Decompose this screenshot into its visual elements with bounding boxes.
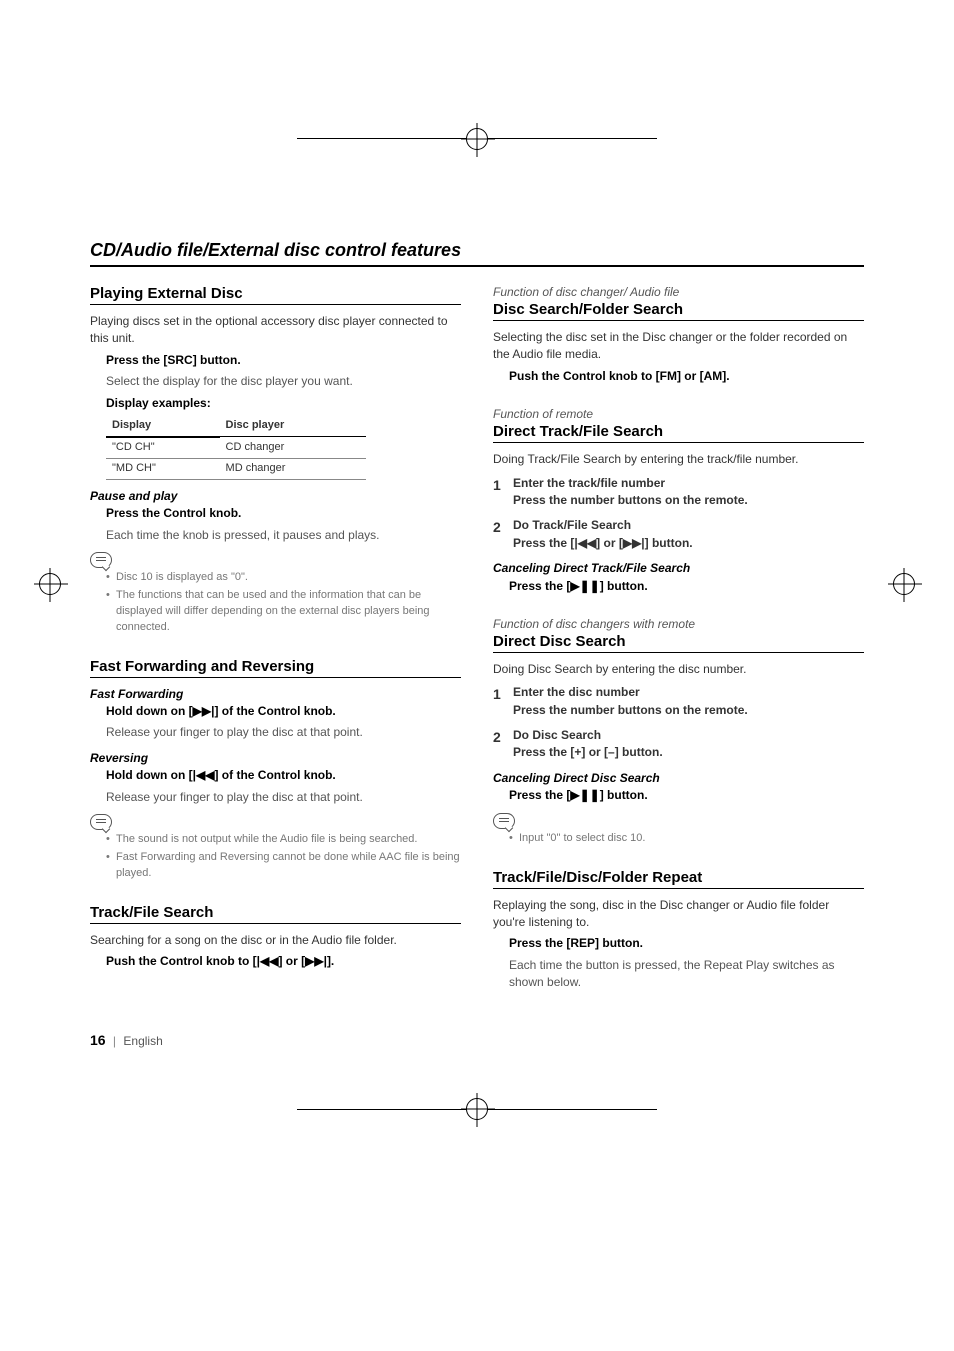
intro-text: Doing Disc Search by entering the disc n… bbox=[493, 661, 864, 678]
note-list: The sound is not output while the Audio … bbox=[90, 832, 461, 882]
instruction: Push the Control knob to [|◀◀] or [▶▶|]. bbox=[106, 953, 461, 970]
context-label: Function of disc changers with remote bbox=[493, 617, 864, 631]
list-item: Enter the track/file number Press the nu… bbox=[493, 475, 864, 510]
list-item: The functions that can be used and the i… bbox=[106, 588, 461, 636]
display-examples-table: Display Disc player "CD CH" CD changer "… bbox=[106, 416, 366, 480]
table-header: Disc player bbox=[220, 416, 366, 437]
two-column-layout: Playing External Disc Playing discs set … bbox=[90, 285, 864, 996]
instruction: Press the [REP] button. bbox=[509, 935, 864, 952]
body-text: Doing Disc Search by entering the disc n… bbox=[493, 661, 864, 847]
instruction-sub: Each time the knob is pressed, it pauses… bbox=[106, 527, 461, 544]
heading-track-file-search: Track/File Search bbox=[90, 904, 461, 924]
step-list: Enter the track/file number Press the nu… bbox=[493, 475, 864, 553]
body-text: Playing discs set in the optional access… bbox=[90, 313, 461, 636]
note-list: Input "0" to select disc 10. bbox=[493, 831, 864, 847]
right-column: Function of disc changer/ Audio file Dis… bbox=[493, 285, 864, 996]
context-label: Function of remote bbox=[493, 407, 864, 421]
step-body: Press the [+] or [–] button. bbox=[513, 744, 864, 761]
instruction: Press the [▶❚❚] button. bbox=[509, 578, 864, 595]
step-title: Enter the disc number bbox=[513, 684, 864, 701]
heading-disc-folder-search: Disc Search/Folder Search bbox=[493, 301, 864, 321]
table-header-row: Display Disc player bbox=[106, 416, 366, 437]
instruction-sub: Each time the button is pressed, the Rep… bbox=[509, 957, 864, 992]
instruction: Press the [SRC] button. bbox=[106, 352, 461, 369]
instruction: Press the Control knob. bbox=[106, 505, 461, 522]
step-body: Press the number buttons on the remote. bbox=[513, 702, 864, 719]
subheading-cancel: Canceling Direct Track/File Search bbox=[493, 560, 864, 577]
examples-label: Display examples: bbox=[106, 395, 461, 412]
subheading-reversing: Reversing bbox=[90, 750, 461, 767]
instruction-sub: Release your finger to play the disc at … bbox=[106, 789, 461, 806]
heading-direct-track-search: Direct Track/File Search bbox=[493, 423, 864, 443]
body-text: Doing Track/File Search by entering the … bbox=[493, 451, 864, 595]
step-title: Do Track/File Search bbox=[513, 517, 864, 534]
manual-page: CD/Audio file/External disc control feat… bbox=[0, 60, 954, 1108]
crosshair-icon bbox=[466, 1098, 488, 1120]
table-cell: "CD CH" bbox=[106, 437, 220, 458]
body-text: Selecting the disc set in the Disc chang… bbox=[493, 329, 864, 385]
subheading-cancel: Canceling Direct Disc Search bbox=[493, 770, 864, 787]
list-item: Do Track/File Search Press the [|◀◀] or … bbox=[493, 517, 864, 552]
step-title: Do Disc Search bbox=[513, 727, 864, 744]
intro-text: Replaying the song, disc in the Disc cha… bbox=[493, 897, 864, 932]
language-label: English bbox=[123, 1034, 162, 1048]
step-body: Press the [|◀◀] or [▶▶|] button. bbox=[513, 535, 864, 552]
instruction: Hold down on [|◀◀] of the Control knob. bbox=[106, 767, 461, 784]
separator: | bbox=[109, 1034, 120, 1048]
registration-mark-bottom bbox=[0, 1088, 954, 1128]
table-header: Display bbox=[106, 416, 220, 437]
instruction-sub: Release your finger to play the disc at … bbox=[106, 724, 461, 741]
body-text: Fast Forwarding Hold down on [▶▶|] of th… bbox=[90, 686, 461, 882]
intro-text: Selecting the disc set in the Disc chang… bbox=[493, 329, 864, 364]
instruction: Press the [▶❚❚] button. bbox=[509, 787, 864, 804]
body-text: Searching for a song on the disc or in t… bbox=[90, 932, 461, 971]
page-footer: 16 | English bbox=[90, 1032, 864, 1048]
heading-direct-disc-search: Direct Disc Search bbox=[493, 633, 864, 653]
list-item: Disc 10 is displayed as "0". bbox=[106, 570, 461, 586]
table-cell: "MD CH" bbox=[106, 458, 220, 479]
note-icon bbox=[90, 814, 112, 830]
list-item: Enter the disc number Press the number b… bbox=[493, 684, 864, 719]
table-row: "MD CH" MD changer bbox=[106, 458, 366, 479]
list-item: Fast Forwarding and Reversing cannot be … bbox=[106, 850, 461, 882]
page-title: CD/Audio file/External disc control feat… bbox=[90, 240, 864, 267]
instruction: Push the Control knob to [FM] or [AM]. bbox=[509, 368, 864, 385]
step-title: Enter the track/file number bbox=[513, 475, 864, 492]
intro-text: Playing discs set in the optional access… bbox=[90, 313, 461, 348]
context-label: Function of disc changer/ Audio file bbox=[493, 285, 864, 299]
step-body: Press the number buttons on the remote. bbox=[513, 492, 864, 509]
page-number: 16 bbox=[90, 1032, 106, 1048]
heading-fast-forward: Fast Forwarding and Reversing bbox=[90, 658, 461, 678]
body-text: Replaying the song, disc in the Disc cha… bbox=[493, 897, 864, 992]
list-item: Do Disc Search Press the [+] or [–] butt… bbox=[493, 727, 864, 762]
heading-repeat: Track/File/Disc/Folder Repeat bbox=[493, 869, 864, 889]
intro-text: Searching for a song on the disc or in t… bbox=[90, 932, 461, 949]
table-row: "CD CH" CD changer bbox=[106, 437, 366, 458]
subheading-fast-forwarding: Fast Forwarding bbox=[90, 686, 461, 703]
table-cell: CD changer bbox=[220, 437, 366, 458]
instruction: Hold down on [▶▶|] of the Control knob. bbox=[106, 703, 461, 720]
note-list: Disc 10 is displayed as "0". The functio… bbox=[90, 570, 461, 636]
note-icon bbox=[493, 813, 515, 829]
subheading-pause-play: Pause and play bbox=[90, 488, 461, 505]
table-cell: MD changer bbox=[220, 458, 366, 479]
heading-playing-external-disc: Playing External Disc bbox=[90, 285, 461, 305]
left-column: Playing External Disc Playing discs set … bbox=[90, 285, 461, 996]
step-list: Enter the disc number Press the number b… bbox=[493, 684, 864, 762]
list-item: Input "0" to select disc 10. bbox=[509, 831, 864, 847]
note-icon bbox=[90, 552, 112, 568]
list-item: The sound is not output while the Audio … bbox=[106, 832, 461, 848]
intro-text: Doing Track/File Search by entering the … bbox=[493, 451, 864, 468]
instruction-sub: Select the display for the disc player y… bbox=[106, 373, 461, 390]
